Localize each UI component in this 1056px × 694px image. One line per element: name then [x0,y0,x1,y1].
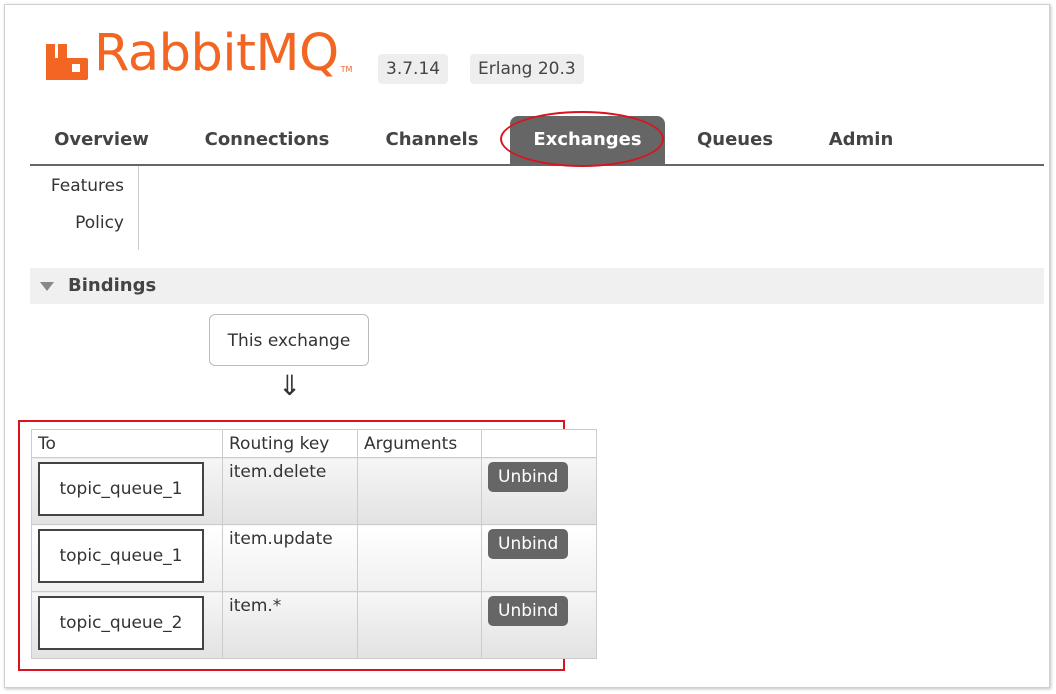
section-title: Bindings [68,275,157,296]
down-arrow-icon: ⇓ [278,369,302,402]
admin-subnav: Features Policy [30,166,139,250]
routing-key: item.update [229,529,333,549]
bindings-table: To Routing key Arguments topic_queue_1 i… [31,429,597,659]
subnav-item-policy[interactable]: Policy [75,213,124,233]
table-header-row: To Routing key Arguments [31,429,597,458]
tab-queues[interactable]: Queues [685,116,785,164]
column-header-routing-key: Routing key [222,429,358,458]
column-header-actions [481,429,597,458]
queue-link[interactable]: topic_queue_2 [38,596,204,650]
arguments [358,592,481,596]
bindings-section-header[interactable]: Bindings [30,268,1044,304]
unbind-button[interactable]: Unbind [488,462,569,492]
arguments [358,458,481,462]
collapse-triangle-icon [40,282,54,291]
this-exchange-box: This exchange [209,314,369,366]
version-badge: 3.7.14 [378,54,449,84]
tab-channels[interactable]: Channels [370,116,494,164]
brand-name: RabbitMQ [94,24,339,83]
tab-admin[interactable]: Admin [818,116,904,164]
table-row: topic_queue_2 item.* Unbind [31,591,597,659]
subnav-item-features[interactable]: Features [51,176,124,196]
unbind-button[interactable]: Unbind [488,596,569,626]
unbind-button[interactable]: Unbind [488,529,569,559]
routing-key: item.delete [229,462,327,482]
queue-link[interactable]: topic_queue_1 [38,462,204,516]
column-header-arguments: Arguments [357,429,482,458]
column-header-to: To [31,429,223,458]
tab-overview[interactable]: Overview [30,116,173,164]
highlight-ellipse [500,111,664,167]
erlang-version-badge: Erlang 20.3 [470,54,584,84]
rabbit-logo-icon [46,44,88,80]
tab-connections[interactable]: Connections [190,116,344,164]
trademark: TM [340,65,353,74]
routing-key: item.* [229,596,282,616]
table-row: topic_queue_1 item.delete Unbind [31,457,597,525]
arguments [358,525,481,529]
table-row: topic_queue_1 item.update Unbind [31,524,597,592]
queue-link[interactable]: topic_queue_1 [38,529,204,583]
rabbitmq-logo[interactable]: RabbitMQ TM [46,28,352,80]
